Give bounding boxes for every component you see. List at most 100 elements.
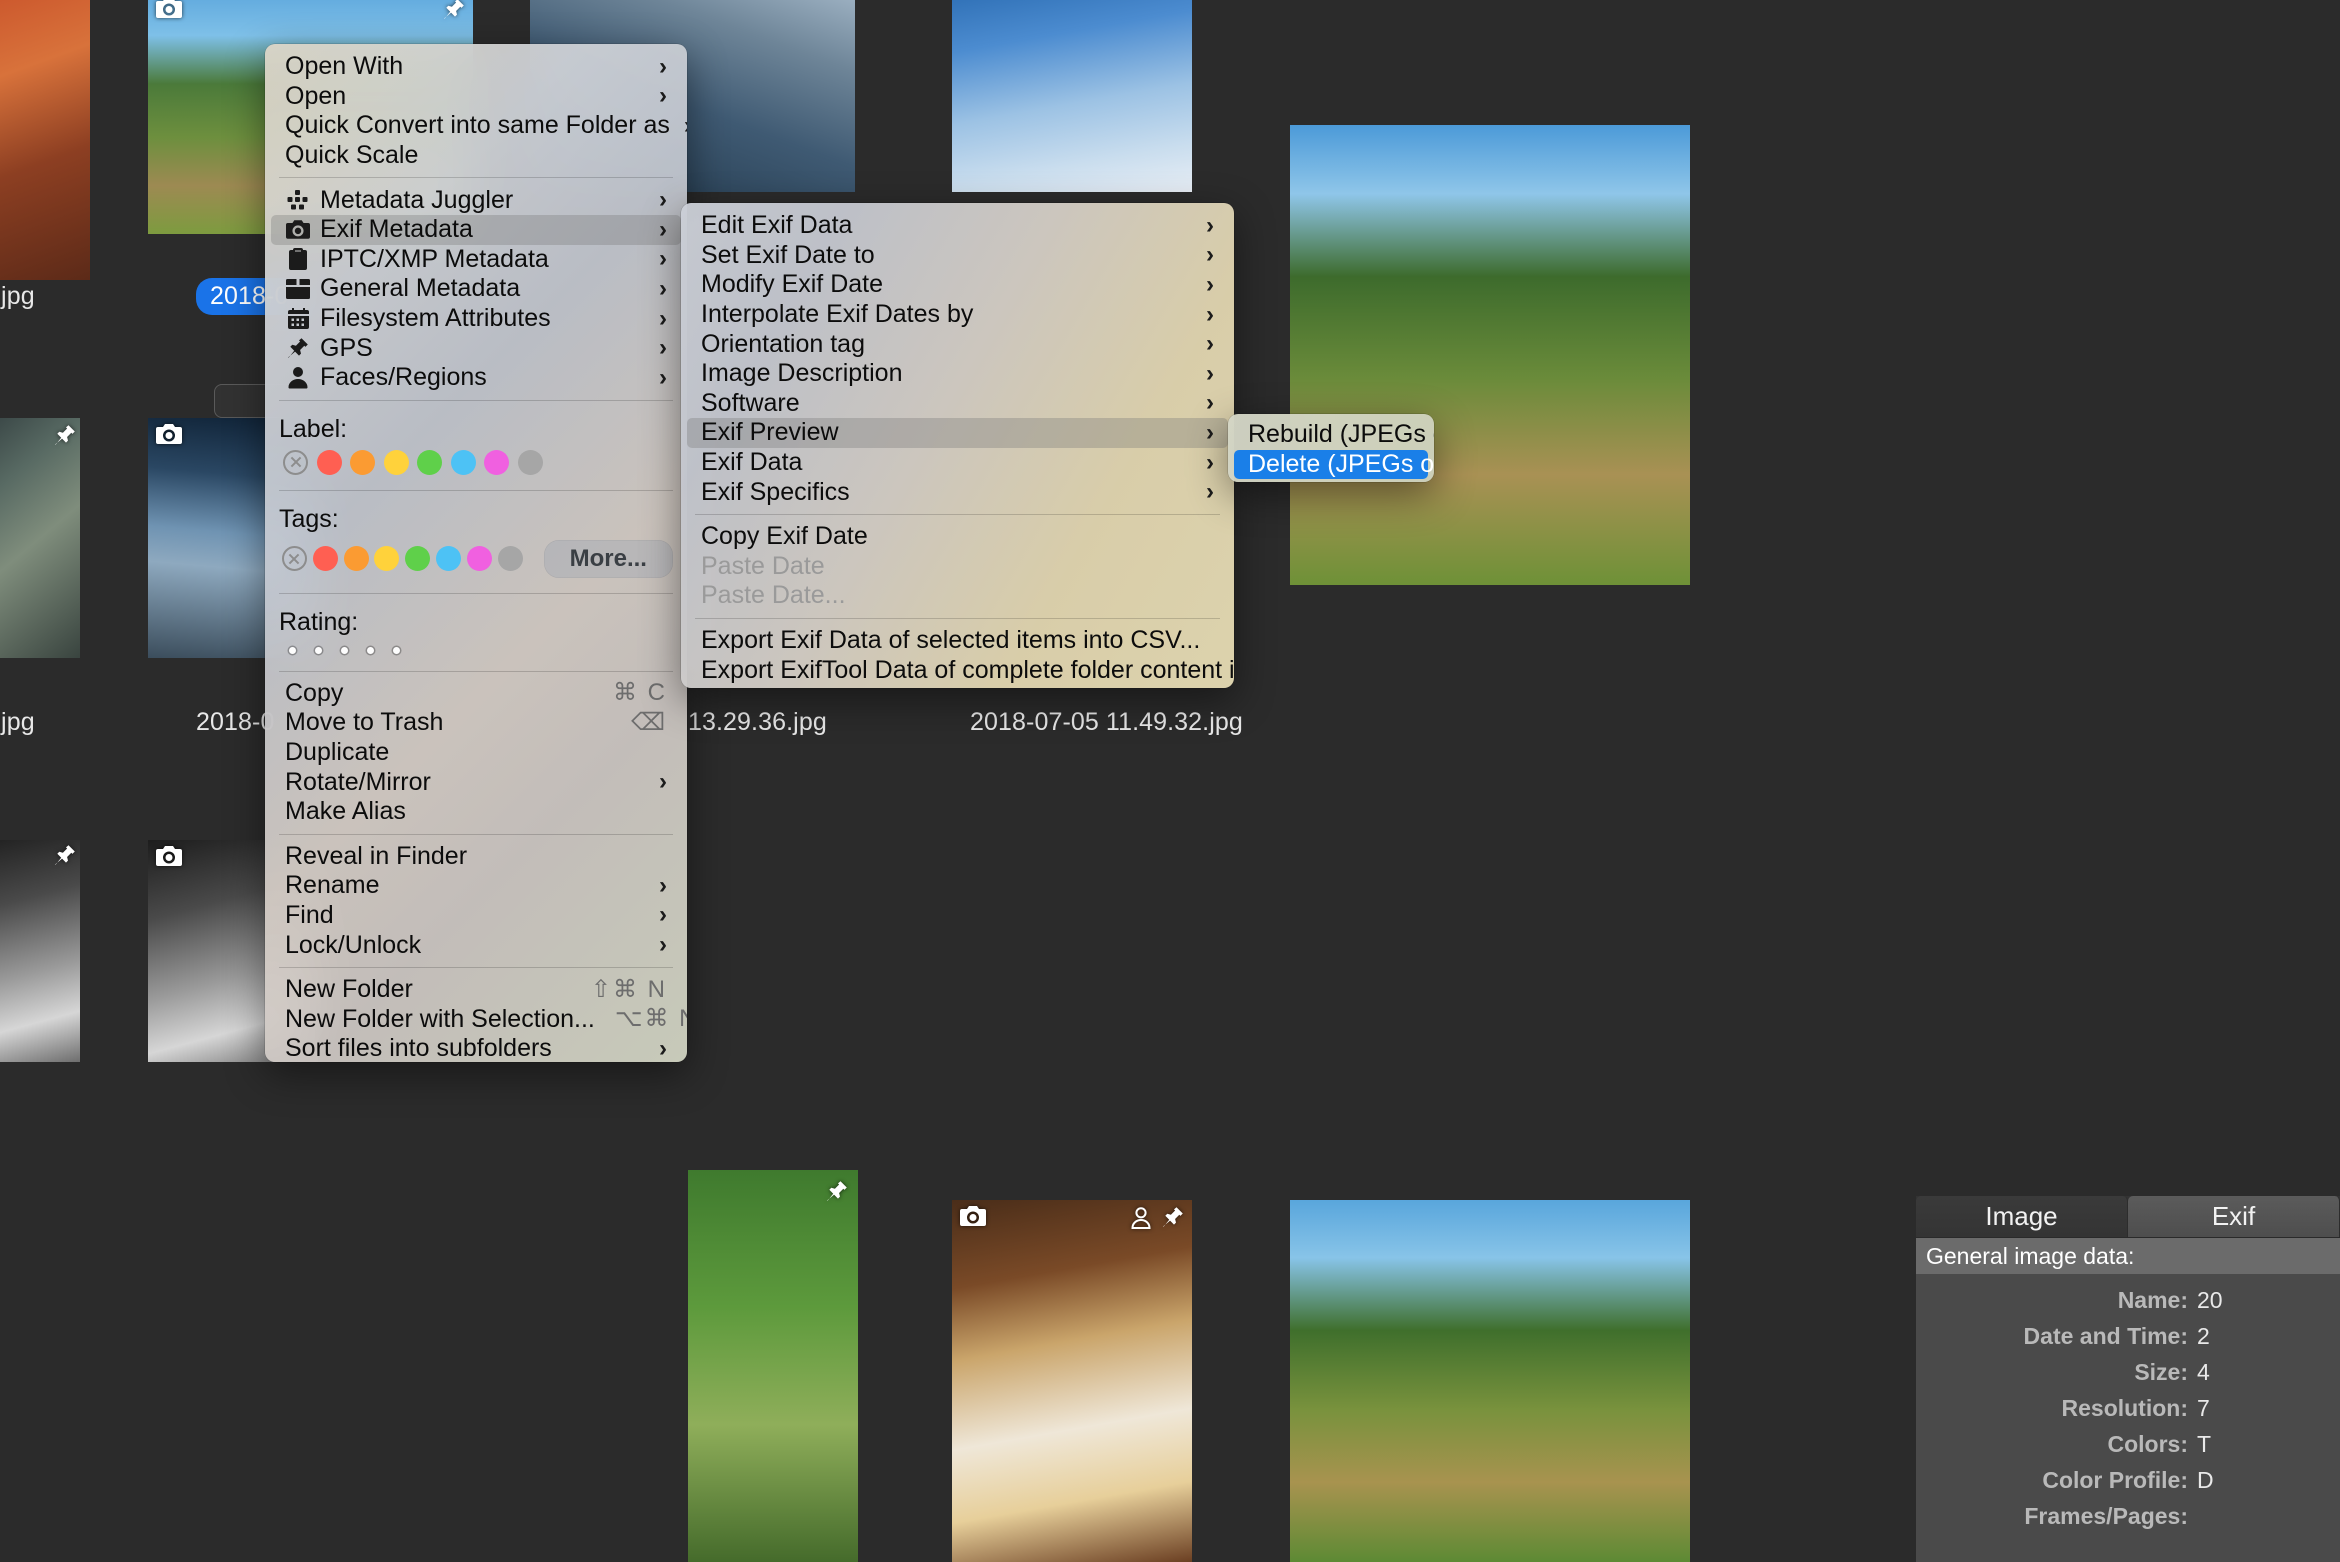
tag-swatch-none[interactable] xyxy=(279,546,310,572)
pin-icon xyxy=(285,337,311,359)
thumbnail-tower[interactable] xyxy=(952,0,1192,192)
menu-item-quick-scale[interactable]: Quick Scale xyxy=(271,141,681,171)
submenu-item-delete-jpegs-only[interactable]: Delete (JPEGs only) xyxy=(1234,449,1434,480)
menu-item-rotate-mirror[interactable]: Rotate/Mirror › xyxy=(271,767,681,797)
label-swatch-red[interactable] xyxy=(313,449,347,475)
menu-item-gps[interactable]: GPS › xyxy=(271,333,681,363)
submenu-item-export-exif-csv[interactable]: Export Exif Data of selected items into … xyxy=(687,626,1228,656)
juggler-icon xyxy=(285,190,311,210)
menu-item-find[interactable]: Find › xyxy=(271,901,681,931)
tag-swatch-red[interactable] xyxy=(310,546,341,572)
submenu-item-export-exiftool-csv[interactable]: Export ExifTool Data of complete folder … xyxy=(687,655,1234,685)
label-swatch-orange[interactable] xyxy=(346,449,380,475)
submenu-item-exif-data[interactable]: Exif Data › xyxy=(687,448,1228,478)
filename-row2-right: 2018-07-05 11.49.32.jpg xyxy=(970,708,1243,736)
chevron-right-icon: › xyxy=(1206,241,1214,269)
file-context-menu[interactable]: Open With › Open › Quick Convert into sa… xyxy=(265,44,687,1062)
exif-metadata-submenu[interactable]: Edit Exif Data › Set Exif Date to › Modi… xyxy=(681,203,1234,688)
menu-item-new-folder-with-selection[interactable]: New Folder with Selection... ⌥⌘ N xyxy=(271,1004,687,1034)
info-row-value: D xyxy=(2197,1467,2214,1493)
menu-item-filesystem-attributes[interactable]: Filesystem Attributes › xyxy=(271,304,681,334)
label-swatch-purple[interactable] xyxy=(480,449,514,475)
info-row-value: 20 xyxy=(2197,1287,2223,1313)
menu-item-open-with[interactable]: Open With › xyxy=(271,52,681,82)
label-color-swatches[interactable] xyxy=(265,448,687,483)
menu-item-iptc-xmp-metadata[interactable]: IPTC/XMP Metadata › xyxy=(271,245,681,275)
label-swatch-none[interactable] xyxy=(279,449,313,475)
menu-item-quick-convert[interactable]: Quick Convert into same Folder as › xyxy=(271,111,687,141)
menu-item-reveal-in-finder[interactable]: Reveal in Finder xyxy=(271,842,681,872)
label-swatch-green[interactable] xyxy=(413,449,447,475)
submenu-item-paste-date-dialog: Paste Date... xyxy=(687,581,1228,611)
menu-item-label: Software xyxy=(701,388,800,417)
chevron-right-icon: › xyxy=(1206,270,1214,298)
thumbnail-food[interactable] xyxy=(952,1200,1192,1562)
info-row-key: Colors: xyxy=(2107,1431,2189,1457)
chevron-right-icon: › xyxy=(659,901,667,929)
menu-item-label: Faces/Regions xyxy=(320,363,487,392)
exif-preview-submenu[interactable]: Rebuild (JPEGs only) Delete (JPEGs only) xyxy=(1228,414,1434,482)
info-panel-tabs[interactable]: Image Exif xyxy=(1916,1196,2340,1238)
menu-item-faces-regions[interactable]: Faces/Regions › xyxy=(271,363,681,393)
rating-star-5[interactable] xyxy=(383,646,409,654)
menu-item-new-folder[interactable]: New Folder ⇧⌘ N xyxy=(271,975,681,1005)
menu-item-label: IPTC/XMP Metadata xyxy=(320,244,549,273)
rating-star-3[interactable] xyxy=(331,646,357,654)
menu-item-label: Metadata Juggler xyxy=(320,185,514,214)
menu-item-label: Make Alias xyxy=(285,797,406,826)
thumbnail-grass[interactable] xyxy=(688,1170,858,1562)
tag-swatch-purple[interactable] xyxy=(464,546,495,572)
label-swatch-yellow[interactable] xyxy=(380,449,414,475)
rating-star-4[interactable] xyxy=(357,646,383,654)
tab-exif[interactable]: Exif xyxy=(2128,1196,2340,1237)
thumbnail-window[interactable] xyxy=(0,418,80,658)
chevron-right-icon: › xyxy=(1206,330,1214,358)
menu-item-label: Find xyxy=(285,900,334,929)
menu-item-label: Reveal in Finder xyxy=(285,841,468,870)
tag-swatch-orange[interactable] xyxy=(341,546,372,572)
menu-item-sort-files-into-subfolders[interactable]: Sort files into subfolders › xyxy=(271,1034,681,1062)
submenu-item-software[interactable]: Software › xyxy=(687,389,1228,419)
submenu-item-interpolate-exif-dates-by[interactable]: Interpolate Exif Dates by › xyxy=(687,300,1228,330)
menu-item-move-to-trash[interactable]: Move to Trash ⌫ xyxy=(271,708,681,738)
menu-item-metadata-juggler[interactable]: Metadata Juggler › xyxy=(271,185,681,215)
submenu-item-exif-preview[interactable]: Exif Preview › xyxy=(687,418,1228,448)
tag-swatch-green[interactable] xyxy=(402,546,433,572)
thumbnail-zoo-3[interactable] xyxy=(1290,1200,1690,1562)
submenu-item-set-exif-date-to[interactable]: Set Exif Date to › xyxy=(687,241,1228,271)
menu-item-open[interactable]: Open › xyxy=(271,82,681,112)
rating-star-1[interactable] xyxy=(279,646,305,654)
menu-item-rename[interactable]: Rename › xyxy=(271,871,681,901)
submenu-item-edit-exif-data[interactable]: Edit Exif Data › xyxy=(687,211,1228,241)
menu-item-label: Paste Date... xyxy=(701,581,846,610)
tag-swatch-yellow[interactable] xyxy=(371,546,402,572)
menu-item-general-metadata[interactable]: General Metadata › xyxy=(271,274,681,304)
camera-icon xyxy=(156,424,182,449)
menu-item-duplicate[interactable]: Duplicate xyxy=(271,738,681,768)
menu-item-copy[interactable]: Copy ⌘ C xyxy=(271,679,681,709)
info-row-colors: Colors: T xyxy=(1916,1431,2340,1457)
submenu-item-image-description[interactable]: Image Description › xyxy=(687,359,1228,389)
tab-image[interactable]: Image xyxy=(1916,1196,2128,1237)
label-swatch-gray[interactable] xyxy=(514,449,548,475)
clipboard-icon xyxy=(285,248,311,271)
submenu-item-copy-exif-date[interactable]: Copy Exif Date xyxy=(687,522,1228,552)
submenu-item-rebuild-jpegs-only[interactable]: Rebuild (JPEGs only) xyxy=(1234,420,1434,450)
tags-color-swatches[interactable]: More... xyxy=(265,538,687,586)
submenu-item-modify-exif-date[interactable]: Modify Exif Date › xyxy=(687,270,1228,300)
submenu-item-orientation-tag[interactable]: Orientation tag › xyxy=(687,329,1228,359)
thumbnail-zoo-2[interactable] xyxy=(1290,125,1690,585)
tags-more-button[interactable]: More... xyxy=(543,539,673,578)
rating-stars[interactable] xyxy=(265,641,687,664)
menu-item-exif-metadata[interactable]: Exif Metadata › xyxy=(271,214,681,245)
tag-swatch-gray[interactable] xyxy=(495,546,526,572)
tag-swatch-blue[interactable] xyxy=(433,546,464,572)
thumbnail-bw[interactable] xyxy=(0,840,80,1062)
menu-item-lock-unlock[interactable]: Lock/Unlock › xyxy=(271,930,681,960)
thumbnail-mural[interactable] xyxy=(0,0,90,280)
rating-star-2[interactable] xyxy=(305,646,331,654)
menu-item-label: GPS xyxy=(320,333,373,362)
menu-item-make-alias[interactable]: Make Alias xyxy=(271,797,681,827)
submenu-item-exif-specifics[interactable]: Exif Specifics › xyxy=(687,477,1228,507)
label-swatch-blue[interactable] xyxy=(447,449,481,475)
